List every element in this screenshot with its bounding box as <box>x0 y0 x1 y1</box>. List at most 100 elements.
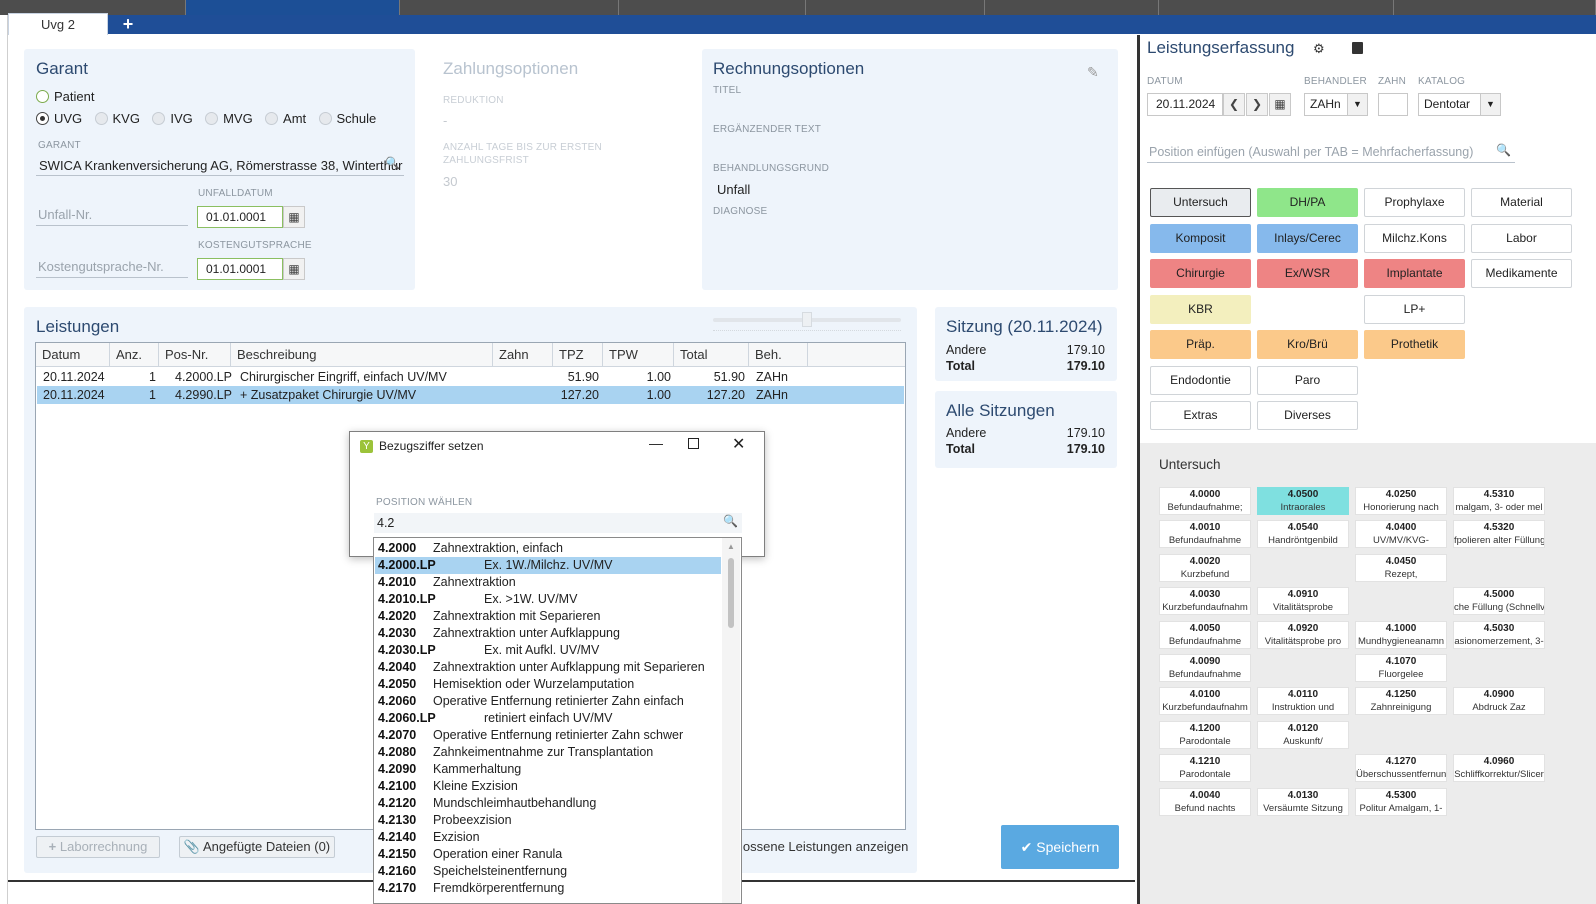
gear-icon[interactable]: ⚙ <box>1313 41 1325 57</box>
grund-value[interactable]: Unfall <box>717 182 750 197</box>
position-tile[interactable]: 4.0030 Kurzbefundaufnahm <box>1159 587 1251 616</box>
katalog-select[interactable]: Dentotar ▼ <box>1418 93 1501 116</box>
unfalldatum-input[interactable]: 01.01.0001 <box>197 206 283 228</box>
category-button[interactable]: Chirurgie <box>1150 259 1251 288</box>
col-zahn[interactable]: Zahn <box>493 343 553 367</box>
scrollbar-thumb[interactable] <box>728 558 734 628</box>
radio-amt[interactable] <box>265 112 279 125</box>
category-button[interactable]: Untersuch <box>1150 188 1251 217</box>
position-tile[interactable]: 4.0450 Rezept, <box>1355 553 1447 582</box>
dropdown-item[interactable]: 4.2160 Speichelsteinentfernung <box>375 863 721 880</box>
position-tile[interactable]: 4.0920 Vitalitätsprobe pro <box>1257 620 1349 649</box>
category-button[interactable]: DH/PA <box>1257 188 1358 217</box>
category-button[interactable]: Ex/WSR <box>1257 259 1358 288</box>
position-input[interactable]: 4.2 🔍 <box>374 513 742 533</box>
position-tile[interactable]: 4.0910 Vitalitätsprobe <box>1257 587 1349 616</box>
radio-mvg[interactable] <box>205 112 219 125</box>
position-tile[interactable]: 4.0000 Befundaufnahme; <box>1159 487 1251 515</box>
dropdown-item[interactable]: 4.2000.LP Ex. 1W./Milchz. UV/MV <box>375 557 721 574</box>
col-total[interactable]: Total <box>674 343 749 367</box>
col-tpw[interactable]: TPW <box>603 343 674 367</box>
position-tile[interactable]: 4.0040 Befund nachts <box>1159 787 1251 816</box>
kostengutsprache-date-input[interactable]: 01.01.0001 <box>197 258 283 280</box>
category-button[interactable]: Material <box>1471 188 1572 217</box>
calendar-icon[interactable]: ▦ <box>1269 93 1291 116</box>
category-button[interactable]: Präp. <box>1150 330 1251 359</box>
position-tile[interactable]: 4.1210 Parodontale <box>1159 754 1251 783</box>
dropdown-item[interactable]: 4.2060.LP retiniert einfach UV/MV <box>375 710 721 727</box>
category-button[interactable]: Komposit <box>1150 223 1251 253</box>
maximize-icon[interactable] <box>688 438 699 449</box>
top-menu-item[interactable] <box>1159 0 1394 15</box>
search-icon[interactable]: 🔍 <box>385 156 400 170</box>
position-tile[interactable]: 4.0540 Handröntgenbild <box>1257 520 1349 549</box>
position-tile[interactable]: 4.1000 Mundhygieneanamn <box>1355 620 1447 649</box>
dropdown-item[interactable]: 4.2010.LP Ex. >1W. UV/MV <box>375 591 721 608</box>
calendar-icon[interactable]: ▦ <box>283 206 305 228</box>
dropdown-item[interactable]: 4.2120 Mundschleimhautbehandlung <box>375 795 721 812</box>
category-button[interactable]: Implantate <box>1364 259 1465 288</box>
category-button[interactable]: Diverses <box>1257 401 1358 430</box>
next-date-icon[interactable]: ❯ <box>1246 93 1268 116</box>
datum-input[interactable]: 20.11.2024 <box>1147 93 1223 116</box>
col-beh[interactable]: Beh. <box>749 343 808 367</box>
tab-uvg-2[interactable]: Uvg 2 <box>8 13 108 35</box>
dropdown-item[interactable]: 4.2090 Kammerhaltung <box>375 761 721 778</box>
category-button[interactable]: KBR <box>1150 294 1251 324</box>
category-button[interactable]: Milchz.Kons <box>1364 223 1465 253</box>
chevron-down-icon[interactable]: ▼ <box>1347 94 1367 115</box>
position-tile[interactable]: 4.0400 UV/MV/KVG- <box>1355 520 1447 549</box>
table-row-selected[interactable]: 20.11.2024 1 4.2990.LP + Zusatzpaket Chi… <box>37 386 904 404</box>
top-menu-item-active[interactable] <box>186 0 400 15</box>
position-tile[interactable]: 4.1200 Parodontale <box>1159 720 1251 749</box>
dropdown-item[interactable]: 4.2020 Zahnextraktion mit Separieren <box>375 608 721 625</box>
col-posnr[interactable]: Pos-Nr. <box>159 343 231 367</box>
position-tile[interactable]: 4.0130 Versäumte Sitzung <box>1257 787 1349 816</box>
top-menu-item[interactable] <box>985 0 1159 15</box>
category-button[interactable]: Kro/Brü <box>1257 330 1358 359</box>
position-tile[interactable]: 4.0020 Kurzbefund <box>1159 553 1251 582</box>
dropdown-item[interactable]: 4.2100 Kleine Exzision <box>375 778 721 795</box>
dropdown-item[interactable]: 4.2050 Hemisektion oder Wurzelamputation <box>375 676 721 693</box>
position-tile[interactable]: 4.5310 malgam, 3- oder mel <box>1453 487 1545 515</box>
chevron-down-icon[interactable]: ▼ <box>1480 94 1500 115</box>
dropdown-item[interactable]: 4.2000 Zahnextraktion, einfach <box>375 540 721 557</box>
category-button[interactable]: Extras <box>1150 401 1251 430</box>
abgeschlossene-toggle[interactable]: lossene Leistungen anzeigen <box>740 839 908 854</box>
book-icon[interactable] <box>1352 42 1363 54</box>
top-menu-item[interactable] <box>1394 0 1596 15</box>
dropdown-item[interactable]: 4.2140 Exzision <box>375 829 721 846</box>
calendar-icon[interactable]: ▦ <box>283 258 305 280</box>
scroll-up-icon[interactable]: ▲ <box>727 542 735 551</box>
speichern-button[interactable]: ✔ Speichern <box>1001 825 1119 869</box>
search-icon[interactable]: 🔍 <box>723 514 738 528</box>
dropdown-item[interactable]: 4.2060 Operative Entfernung retinierter Z… <box>375 693 721 710</box>
position-tile[interactable]: 4.5320 fpolieren alter Füllung <box>1453 520 1545 549</box>
col-beschreibung[interactable]: Beschreibung <box>231 343 493 367</box>
garant-input[interactable]: SWICA Krankenversicherung AG, Römerstras… <box>36 156 404 176</box>
add-tab-button[interactable]: + <box>118 14 138 34</box>
top-menu-item[interactable] <box>400 0 619 15</box>
radio-ivg[interactable] <box>152 112 166 125</box>
position-tile[interactable]: 4.0120 Auskunft/ <box>1257 720 1349 749</box>
position-tile[interactable]: 4.0960 Schliffkorrektur/Slicer <box>1453 754 1545 783</box>
position-tile[interactable]: 4.5300 Politur Amalgam, 1- <box>1355 787 1447 816</box>
scrollbar[interactable]: ▲ <box>722 538 740 903</box>
position-tile[interactable]: 4.5000 che Füllung (Schnellv <box>1453 587 1545 616</box>
minimize-icon[interactable]: — <box>646 435 666 451</box>
radio-patient-row[interactable]: Patient <box>36 89 103 104</box>
dropdown-item[interactable]: 4.2070 Operative Entfernung retinierter Z… <box>375 727 721 744</box>
position-tile[interactable]: 4.0250 Honorierung nach <box>1355 487 1447 515</box>
col-anz[interactable]: Anz. <box>110 343 159 367</box>
position-tile[interactable]: 4.1070 Fluorgelee <box>1355 654 1447 682</box>
position-tile[interactable]: 4.1270 Überschussentfernun <box>1355 754 1447 783</box>
dropdown-item[interactable]: 4.2030 Zahnextraktion unter Aufklappung <box>375 625 721 642</box>
radio-uvg[interactable] <box>36 112 49 125</box>
dropdown-item[interactable]: 4.2080 Zahnkeimentnahme zur Transplantati… <box>375 744 721 761</box>
position-tile[interactable]: 4.0050 Befundaufnahme <box>1159 620 1251 649</box>
dropdown-item[interactable]: 4.2010 Zahnextraktion <box>375 574 721 591</box>
position-tile[interactable]: 4.0100 Kurzbefundaufnahm <box>1159 687 1251 716</box>
angefuegte-dateien-button[interactable]: 📎 Angefügte Dateien (0) <box>179 836 335 858</box>
search-icon[interactable]: 🔍 <box>1496 143 1511 157</box>
behandler-select[interactable]: ZAHn ▼ <box>1304 93 1368 116</box>
